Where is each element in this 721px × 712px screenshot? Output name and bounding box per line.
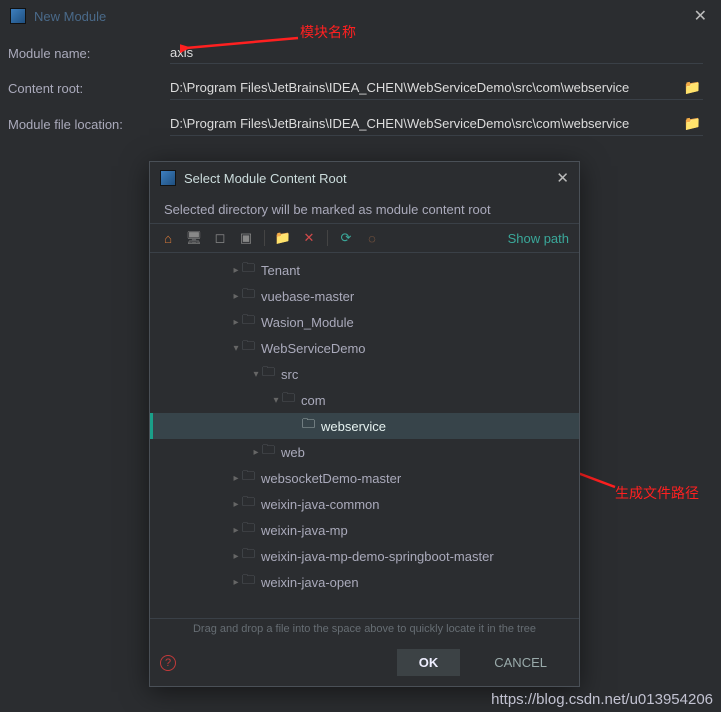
folder-icon: 🗀 (262, 363, 275, 385)
directory-tree[interactable]: ▸🗀Tenant▸🗀vuebase-master▸🗀Wasion_Module▾… (150, 253, 579, 619)
folder-icon: 🗀 (262, 441, 275, 463)
window-title: New Module (34, 9, 106, 24)
tree-item-label: src (281, 367, 298, 382)
project-icon[interactable]: ◻ (212, 230, 228, 246)
chevron-right-icon[interactable]: ▸ (230, 577, 242, 588)
chevron-right-icon[interactable]: ▸ (230, 499, 242, 510)
home-icon[interactable]: ⌂ (160, 230, 176, 246)
chevron-right-icon[interactable]: ▸ (230, 473, 242, 484)
help-icon[interactable]: ? (160, 655, 176, 671)
tree-item[interactable]: ▸🗀 Wasion_Module (150, 309, 579, 335)
module-name-label: Module name: (8, 46, 158, 61)
tree-item[interactable]: ▸🗀 web (150, 439, 579, 465)
ok-button[interactable]: OK (397, 649, 461, 676)
folder-icon: 🗀 (242, 259, 255, 281)
dialog-close-icon[interactable]: ✕ (556, 169, 569, 187)
close-icon[interactable]: ✕ (690, 6, 711, 26)
module-location-label: Module file location: (8, 117, 158, 132)
tree-item-label: WebServiceDemo (261, 341, 366, 356)
tree-item-label: Wasion_Module (261, 315, 354, 330)
content-root-label: Content root: (8, 81, 158, 96)
tree-item[interactable]: ▸🗀 weixin-java-mp-demo-springboot-master (150, 543, 579, 569)
tree-item[interactable]: ▸🗀 vuebase-master (150, 283, 579, 309)
folder-icon: 🗀 (242, 467, 255, 489)
show-hidden-icon[interactable]: ◌ (364, 230, 380, 246)
browse-root-icon[interactable]: 📁 (682, 79, 703, 96)
app-icon (10, 8, 26, 24)
chevron-down-icon[interactable]: ▾ (250, 369, 262, 380)
refresh-icon[interactable]: ⟳ (338, 230, 354, 246)
chevron-right-icon[interactable]: ▸ (230, 525, 242, 536)
tree-item-label: webservice (321, 419, 386, 434)
delete-icon[interactable]: ✕ (301, 230, 317, 246)
tree-item-label: web (281, 445, 305, 460)
separator (264, 230, 265, 246)
folder-icon: 🗀 (242, 545, 255, 567)
arrow-icon (180, 32, 300, 56)
tree-item-label: vuebase-master (261, 289, 354, 304)
tree-item[interactable]: ▸🗀 websocketDemo-master (150, 465, 579, 491)
tree-item[interactable]: ▸🗀 weixin-java-common (150, 491, 579, 517)
tree-item-label: websocketDemo-master (261, 471, 401, 486)
separator (327, 230, 328, 246)
folder-icon: 🗀 (242, 519, 255, 541)
tree-item[interactable]: ▸🗀 weixin-java-open (150, 569, 579, 595)
tree-item[interactable]: ▾🗀 WebServiceDemo (150, 335, 579, 361)
tree-item-label: Tenant (261, 263, 300, 278)
chevron-right-icon[interactable]: ▸ (230, 265, 242, 276)
folder-icon: 🗀 (302, 415, 315, 437)
tree-hint: Drag and drop a file into the space abov… (150, 619, 579, 639)
desktop-icon[interactable]: 🖥 (186, 230, 202, 246)
chevron-right-icon[interactable]: ▸ (230, 317, 242, 328)
show-path-link[interactable]: Show path (508, 231, 569, 246)
cancel-button[interactable]: CANCEL (472, 649, 569, 676)
chevron-right-icon[interactable]: ▸ (230, 291, 242, 302)
module-icon[interactable]: ▣ (238, 230, 254, 246)
chevron-down-icon[interactable]: ▾ (270, 395, 282, 406)
tree-item-label: weixin-java-common (261, 497, 379, 512)
dialog-subtitle: Selected directory will be marked as mod… (150, 194, 579, 223)
select-root-dialog: Select Module Content Root ✕ Selected di… (149, 161, 580, 687)
folder-icon: 🗀 (282, 389, 295, 411)
tree-item-label: com (301, 393, 326, 408)
content-root-input[interactable]: D:\Program Files\JetBrains\IDEA_CHEN\Web… (170, 80, 682, 95)
tree-item[interactable]: ▸🗀 Tenant (150, 257, 579, 283)
watermark: https://blog.csdn.net/u013954206 (491, 691, 713, 708)
tree-item[interactable]: ▾🗀 src (150, 361, 579, 387)
app-icon (160, 170, 176, 186)
annotation-module-name: 模块名称 (300, 22, 356, 42)
folder-icon: 🗀 (242, 311, 255, 333)
browse-location-icon[interactable]: 📁 (682, 115, 703, 132)
tree-item[interactable]: 🗀 webservice (150, 413, 579, 439)
tree-item-label: weixin-java-mp-demo-springboot-master (261, 549, 494, 564)
chevron-right-icon[interactable]: ▸ (230, 551, 242, 562)
folder-icon: 🗀 (242, 571, 255, 593)
tree-item-label: weixin-java-mp (261, 523, 348, 538)
chevron-down-icon[interactable]: ▾ (230, 343, 242, 354)
folder-icon: 🗀 (242, 493, 255, 515)
annotation-file-path: 生成文件路径 (615, 483, 699, 503)
dialog-title: Select Module Content Root (184, 171, 347, 186)
chevron-right-icon[interactable]: ▸ (250, 447, 262, 458)
tree-item[interactable]: ▸🗀 weixin-java-mp (150, 517, 579, 543)
tree-item[interactable]: ▾🗀 com (150, 387, 579, 413)
folder-icon: 🗀 (242, 285, 255, 307)
tree-item-label: weixin-java-open (261, 575, 359, 590)
new-folder-icon[interactable]: 📁 (275, 230, 291, 246)
module-location-input[interactable]: D:\Program Files\JetBrains\IDEA_CHEN\Web… (170, 116, 682, 131)
folder-icon: 🗀 (242, 337, 255, 359)
